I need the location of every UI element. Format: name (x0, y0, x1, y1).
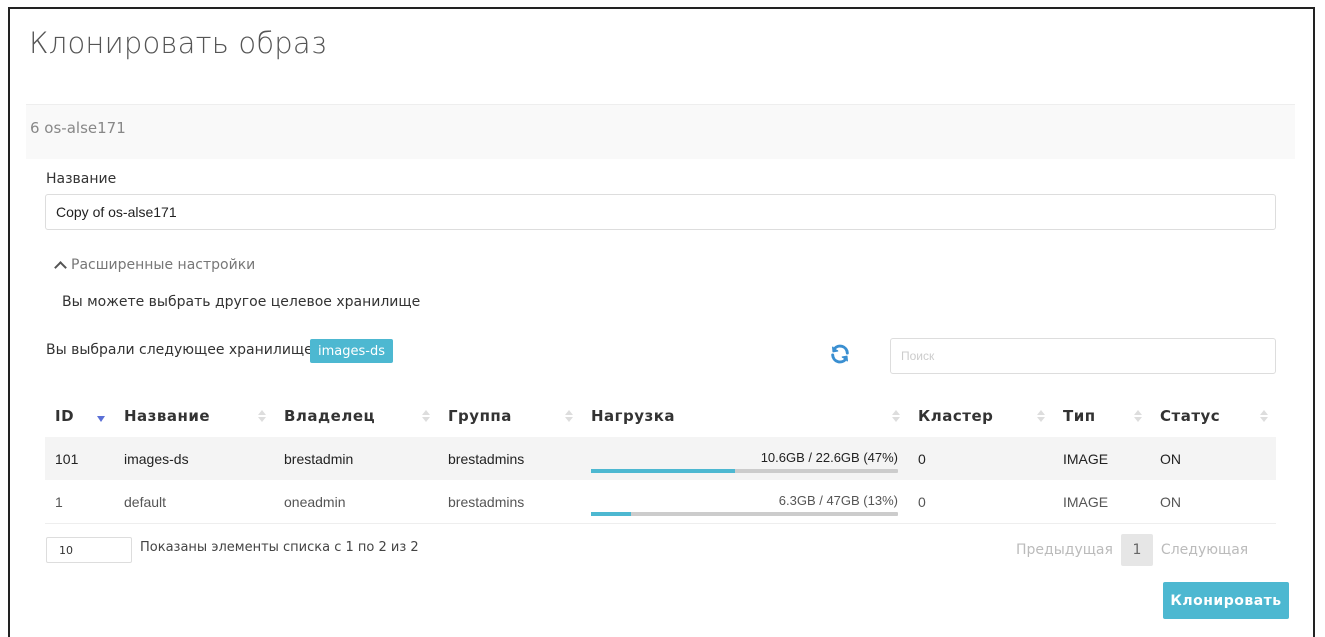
cell-cluster: 0 (908, 480, 1053, 524)
column-header-load[interactable]: Нагрузка (581, 395, 908, 437)
column-header-id[interactable]: ID (45, 395, 114, 437)
cell-cluster: 0 (908, 437, 1053, 480)
dialog-title: Клонировать образ (29, 26, 327, 60)
cell-id: 101 (45, 437, 114, 480)
next-page-link[interactable]: Следующая (1161, 542, 1248, 558)
cell-group: brestadmins (438, 437, 581, 480)
advanced-settings-toggle[interactable]: Расширенные настройки (54, 257, 256, 274)
load-bar-fill (591, 512, 631, 516)
search-input[interactable] (890, 338, 1276, 374)
sort-icon (422, 410, 430, 422)
sort-icon (1037, 410, 1045, 422)
image-subheader: 6 os-alse171 (26, 104, 1295, 159)
sort-icon (1260, 410, 1268, 422)
name-input[interactable]: Copy of os-alse171 (45, 194, 1276, 230)
page-size-select[interactable]: 10 (46, 537, 132, 563)
cell-type: IMAGE (1053, 480, 1150, 524)
column-header-cluster[interactable]: Кластер (908, 395, 1053, 437)
load-text: 10.6GB / 22.6GB (47%) (760, 450, 898, 465)
table-row[interactable]: 101 images-ds brestadmin brestadmins 10.… (45, 437, 1276, 480)
load-text: 6.3GB / 47GB (13%) (778, 493, 898, 508)
advanced-hint: Вы можете выбрать другое целевое хранили… (62, 294, 421, 310)
advanced-settings-label: Расширенные настройки (71, 257, 256, 273)
showing-info: Показаны элементы списка с 1 по 2 из 2 (140, 540, 419, 555)
clone-button[interactable]: Клонировать (1163, 582, 1289, 619)
cell-owner: oneadmin (274, 480, 438, 524)
column-header-name[interactable]: Название (114, 395, 274, 437)
cell-id: 1 (45, 480, 114, 524)
refresh-icon[interactable] (829, 343, 851, 365)
column-header-owner[interactable]: Владелец (274, 395, 438, 437)
load-bar (591, 469, 898, 473)
sort-icon (258, 410, 266, 422)
sort-icon (1134, 410, 1142, 422)
cell-name: default (114, 480, 274, 524)
cell-status: ON (1150, 437, 1276, 480)
selected-datastore-badge: images-ds (310, 339, 393, 363)
load-bar-fill (591, 469, 736, 473)
datastore-table: ID Название Владелец Группа Нагрузка Кла… (45, 395, 1276, 524)
load-bar (591, 512, 898, 516)
cell-group: brestadmins (438, 480, 581, 524)
cell-owner: brestadmin (274, 437, 438, 480)
cell-name: images-ds (114, 437, 274, 480)
pagination: Предыдущая 1 Следующая (1016, 532, 1248, 568)
selected-datastore-label: Вы выбрали следующее хранилище: (46, 342, 318, 358)
cell-type: IMAGE (1053, 437, 1150, 480)
sort-icon (565, 410, 573, 422)
name-label: Название (46, 171, 117, 187)
column-header-type[interactable]: Тип (1053, 395, 1150, 437)
table-row[interactable]: 1 default oneadmin brestadmins 6.3GB / 4… (45, 480, 1276, 524)
table-header: ID Название Владелец Группа Нагрузка Кла… (45, 395, 1276, 437)
cell-load: 6.3GB / 47GB (13%) (581, 480, 908, 524)
current-page[interactable]: 1 (1120, 534, 1153, 566)
column-header-status[interactable]: Статус (1150, 395, 1276, 437)
cell-load: 10.6GB / 22.6GB (47%) (581, 437, 908, 480)
image-reference: 6 os-alse171 (30, 119, 126, 137)
cell-status: ON (1150, 480, 1276, 524)
sort-icon (892, 410, 900, 422)
chevron-up-icon (54, 260, 67, 274)
column-header-group[interactable]: Группа (438, 395, 581, 437)
prev-page-link[interactable]: Предыдущая (1016, 542, 1113, 558)
sort-desc-icon (97, 416, 105, 422)
